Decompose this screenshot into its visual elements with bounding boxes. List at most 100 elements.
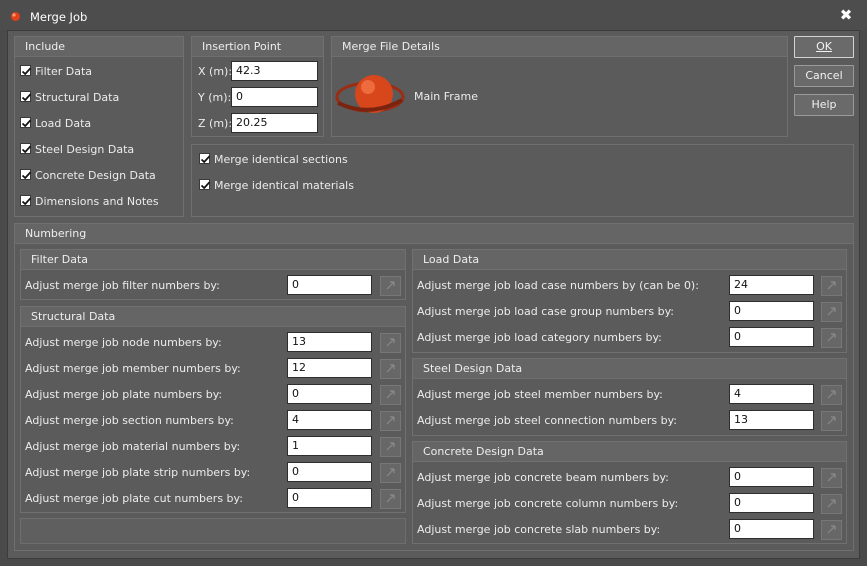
row-label: Adjust merge job concrete column numbers… [417, 497, 679, 510]
ok-button[interactable]: OK [794, 36, 854, 58]
include-item-label: Dimensions and Notes [35, 195, 159, 208]
job-file-icon [334, 70, 408, 120]
reset-offset-button[interactable] [380, 463, 401, 483]
x-label: X (m): [198, 65, 233, 78]
number-offset-input[interactable]: 0 [729, 493, 814, 513]
reset-offset-button[interactable] [380, 359, 401, 379]
insertion-point-title: Insertion Point [192, 37, 323, 57]
row-label: Adjust merge job concrete beam numbers b… [417, 471, 669, 484]
reset-arrow-icon [827, 390, 836, 399]
include-checkbox[interactable] [20, 169, 32, 180]
number-offset-input[interactable]: 13 [287, 332, 372, 352]
number-offset-input[interactable]: 24 [729, 275, 814, 295]
row-label: Adjust merge job load category numbers b… [417, 331, 662, 344]
number-offset-input[interactable]: 4 [729, 384, 814, 404]
reset-arrow-icon [827, 333, 836, 342]
include-item-label: Filter Data [35, 65, 93, 78]
checkmark-icon [21, 145, 32, 154]
checkmark-icon [21, 67, 32, 76]
row-label: Adjust merge job material numbers by: [25, 440, 241, 453]
reset-arrow-icon [386, 338, 395, 347]
reset-offset-button[interactable] [380, 385, 401, 405]
reset-offset-button[interactable] [380, 489, 401, 509]
number-offset-input[interactable]: 0 [287, 384, 372, 404]
reset-offset-button[interactable] [821, 494, 842, 514]
reset-arrow-icon [386, 494, 395, 503]
number-offset-input[interactable]: 1 [287, 436, 372, 456]
merge-identical-sections-checkbox[interactable] [199, 153, 211, 164]
help-button-label: Help [811, 98, 837, 111]
number-offset-input[interactable]: 4 [287, 410, 372, 430]
number-offset-input[interactable]: 13 [729, 410, 814, 430]
include-group-title: Include [15, 37, 183, 57]
reset-arrow-icon [386, 281, 395, 290]
reset-offset-button[interactable] [821, 385, 842, 405]
row-label: Adjust merge job steel member numbers by… [417, 388, 663, 401]
row-label: Adjust merge job load case numbers by (c… [417, 279, 699, 292]
include-checkbox[interactable] [20, 117, 32, 128]
reset-arrow-icon [827, 307, 836, 316]
reset-arrow-icon [827, 281, 836, 290]
include-checkbox[interactable] [20, 195, 32, 206]
empty-panel [20, 518, 406, 544]
reset-arrow-icon [827, 473, 836, 482]
number-offset-input[interactable]: 0 [729, 327, 814, 347]
ok-button-label: OK [816, 40, 832, 53]
include-checkbox[interactable] [20, 65, 32, 76]
reset-offset-button[interactable] [821, 302, 842, 322]
reset-offset-button[interactable] [380, 333, 401, 353]
reset-arrow-icon [386, 364, 395, 373]
number-offset-input[interactable]: 0 [287, 275, 372, 295]
include-checkbox[interactable] [20, 143, 32, 154]
checkmark-icon [21, 93, 32, 102]
include-item-label: Concrete Design Data [35, 169, 156, 182]
merge-file-details-title: Merge File Details [332, 37, 787, 57]
reset-arrow-icon [386, 442, 395, 451]
row-label: Adjust merge job filter numbers by: [25, 279, 220, 292]
merge-identical-sections-label: Merge identical sections [214, 153, 348, 166]
reset-offset-button[interactable] [380, 411, 401, 431]
merge-file-name: Main Frame [414, 90, 479, 103]
row-label: Adjust merge job member numbers by: [25, 362, 241, 375]
include-item-label: Structural Data [35, 91, 120, 104]
close-icon[interactable]: ✖ [838, 7, 854, 23]
reset-arrow-icon [827, 525, 836, 534]
number-offset-input[interactable]: 12 [287, 358, 372, 378]
row-label: Adjust merge job plate cut numbers by: [25, 492, 243, 505]
help-button[interactable]: Help [794, 94, 854, 116]
cancel-button[interactable]: Cancel [794, 65, 854, 87]
load-data-title: Load Data [413, 250, 846, 270]
merge-identical-materials-checkbox[interactable] [199, 179, 211, 190]
reset-offset-button[interactable] [380, 437, 401, 457]
z-input[interactable]: 20.25 [231, 113, 318, 133]
reset-offset-button[interactable] [821, 520, 842, 540]
steel-design-data-title: Steel Design Data [413, 359, 846, 379]
checkmark-icon [21, 119, 32, 128]
include-item-label: Load Data [35, 117, 92, 130]
reset-arrow-icon [386, 416, 395, 425]
x-input[interactable]: 42.3 [231, 61, 318, 81]
reset-offset-button[interactable] [380, 276, 401, 296]
number-offset-input[interactable]: 0 [729, 467, 814, 487]
structural-data-title: Structural Data [21, 307, 405, 327]
include-checkbox[interactable] [20, 91, 32, 102]
include-item-label: Steel Design Data [35, 143, 135, 156]
row-label: Adjust merge job concrete slab numbers b… [417, 523, 661, 536]
row-label: Adjust merge job plate strip numbers by: [25, 466, 251, 479]
title-bar[interactable] [0, 0, 867, 30]
number-offset-input[interactable]: 0 [287, 462, 372, 482]
reset-offset-button[interactable] [821, 468, 842, 488]
number-offset-input[interactable]: 0 [729, 519, 814, 539]
number-offset-input[interactable]: 0 [729, 301, 814, 321]
y-label: Y (m): [198, 91, 232, 104]
row-label: Adjust merge job load case group numbers… [417, 305, 674, 318]
reset-offset-button[interactable] [821, 276, 842, 296]
app-logo-icon [10, 11, 21, 22]
y-input[interactable]: 0 [231, 87, 318, 107]
number-offset-input[interactable]: 0 [287, 488, 372, 508]
reset-offset-button[interactable] [821, 328, 842, 348]
cancel-button-label: Cancel [805, 69, 843, 82]
concrete-design-data-title: Concrete Design Data [413, 442, 846, 462]
reset-offset-button[interactable] [821, 411, 842, 431]
row-label: Adjust merge job node numbers by: [25, 336, 222, 349]
